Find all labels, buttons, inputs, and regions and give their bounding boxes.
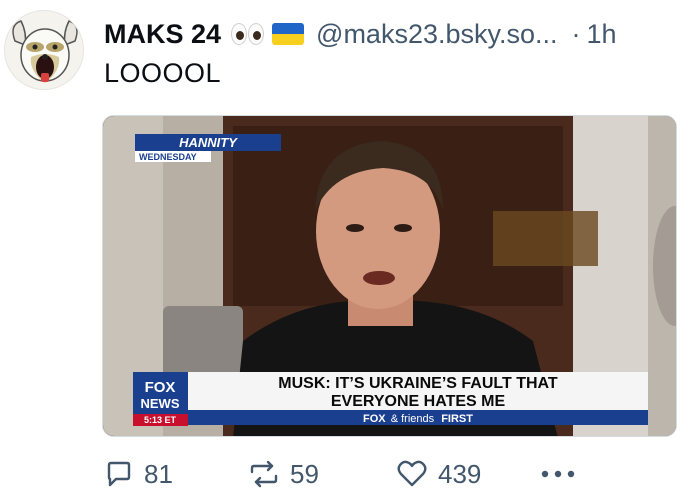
- ukraine-flag-icon: [272, 23, 305, 45]
- timestamp-text: 5:13 ET: [144, 415, 177, 425]
- author-display-name[interactable]: MAKS 24: [104, 19, 221, 50]
- author-handle[interactable]: @maks23.bsky.so...: [316, 19, 557, 50]
- post-media-image[interactable]: HANNITY WEDNESDAY FOX NEWS 5:13 ET MUSK:…: [102, 115, 677, 437]
- post-action-bar: 81 59 439: [104, 452, 584, 496]
- footer-fox: FOX: [363, 413, 386, 425]
- repost-button[interactable]: 59: [248, 459, 319, 490]
- fox-logo-top: FOX: [145, 379, 176, 396]
- dog-face-icon: [5, 11, 83, 89]
- headline-line1: MUSK: IT’S UKRAINE’S FAULT THAT: [278, 375, 558, 392]
- headline-line2: EVERYONE HATES ME: [331, 393, 506, 410]
- post-timestamp[interactable]: 1h: [587, 19, 617, 50]
- reply-icon: [107, 461, 131, 487]
- news-lower-third: FOX NEWS 5:13 ET MUSK: IT’S UKRAINE’S FA…: [133, 372, 648, 426]
- footer-friends: & friends: [391, 413, 435, 425]
- post-header: MAKS 24 @maks23.bsky.so... · 1h: [104, 14, 684, 54]
- svg-text:FOX & friends: FOX & friends FIRST: [363, 413, 473, 425]
- show-name-text: HANNITY: [179, 135, 238, 150]
- header-separator: ·: [571, 18, 581, 49]
- like-count: 439: [438, 458, 482, 489]
- post-card[interactable]: MAKS 24 @maks23.bsky.so... · 1h LOOOOL H…: [0, 0, 690, 497]
- post-text: LOOOOL: [104, 58, 222, 88]
- heart-icon: [397, 460, 427, 487]
- more-options-button[interactable]: [540, 468, 576, 480]
- like-button[interactable]: 439: [396, 459, 481, 490]
- reply-count: 81: [144, 458, 173, 489]
- author-avatar[interactable]: [4, 10, 84, 90]
- fox-logo-bottom: NEWS: [141, 396, 180, 411]
- show-day-text: WEDNESDAY: [139, 152, 197, 162]
- ellipsis-icon: [541, 470, 575, 478]
- repost-count: 59: [290, 458, 319, 489]
- reply-button[interactable]: 81: [104, 459, 173, 490]
- footer-first: FIRST: [441, 413, 473, 425]
- repost-icon: [250, 460, 278, 488]
- eyes-emoji-icon: [231, 23, 265, 45]
